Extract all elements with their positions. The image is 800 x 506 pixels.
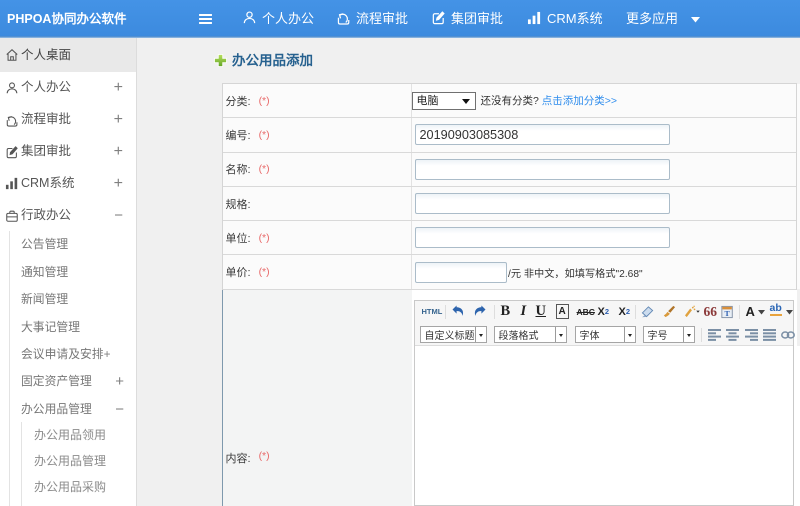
svg-text:T: T [724,308,730,317]
